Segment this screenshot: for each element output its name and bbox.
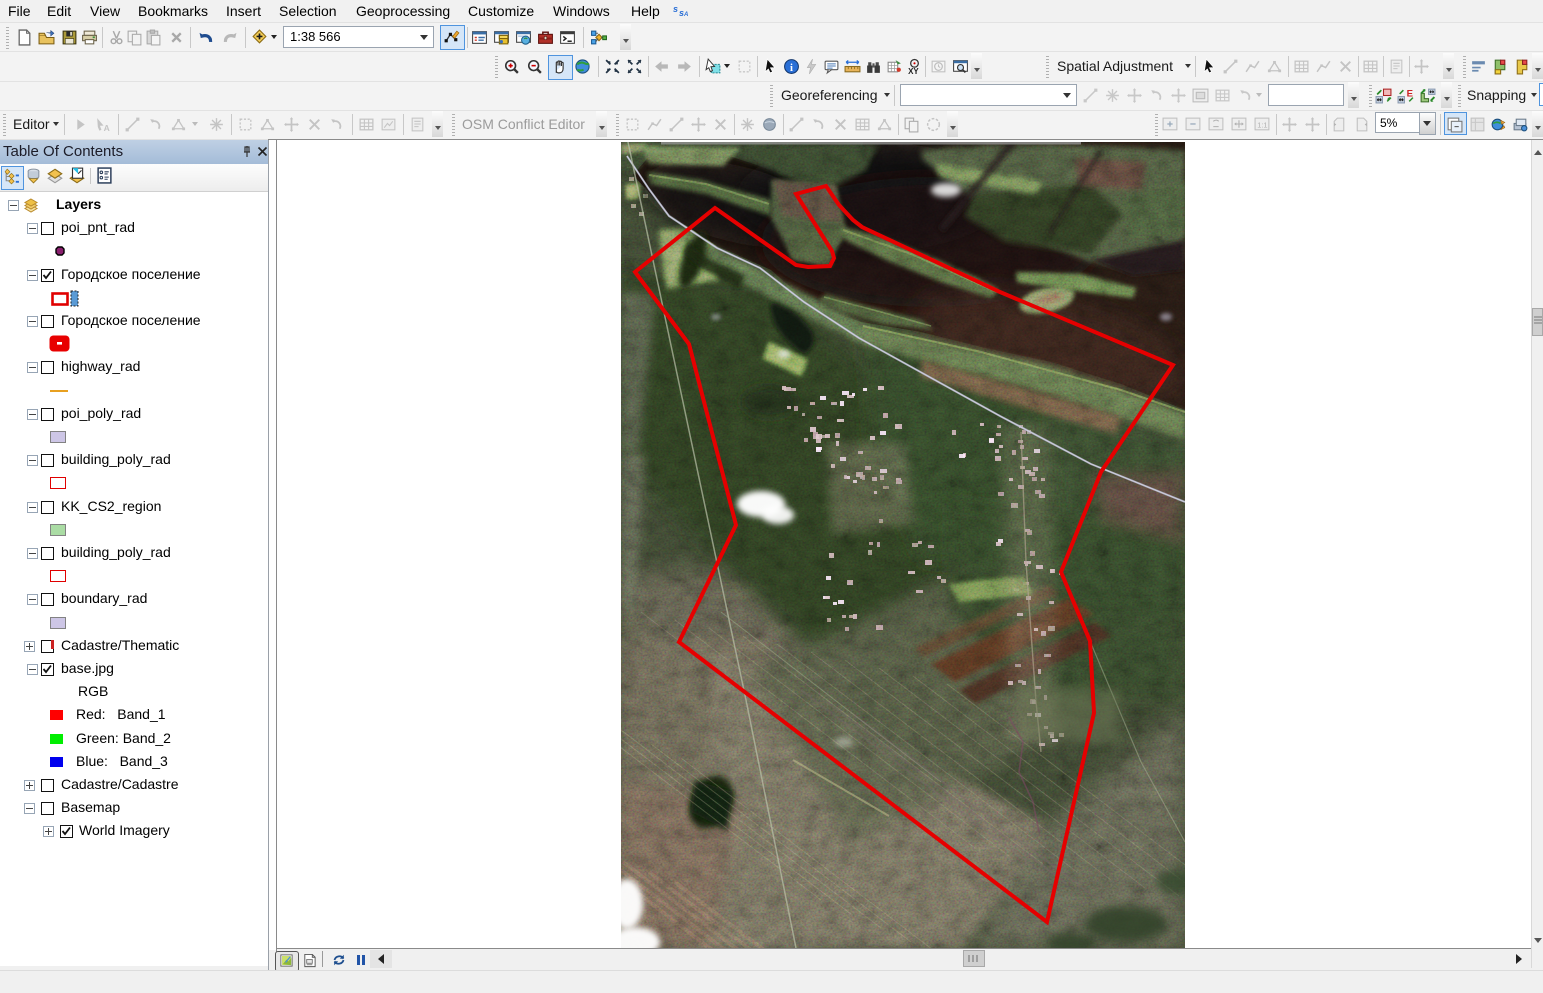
svg-text:XY: XY: [908, 67, 919, 75]
svg-text:1:1: 1:1: [1257, 121, 1267, 130]
svg-text:A: A: [104, 123, 110, 133]
svg-text:i: i: [790, 63, 793, 74]
svg-text:s: s: [673, 4, 678, 14]
svg-text:sA: sA: [679, 8, 688, 18]
